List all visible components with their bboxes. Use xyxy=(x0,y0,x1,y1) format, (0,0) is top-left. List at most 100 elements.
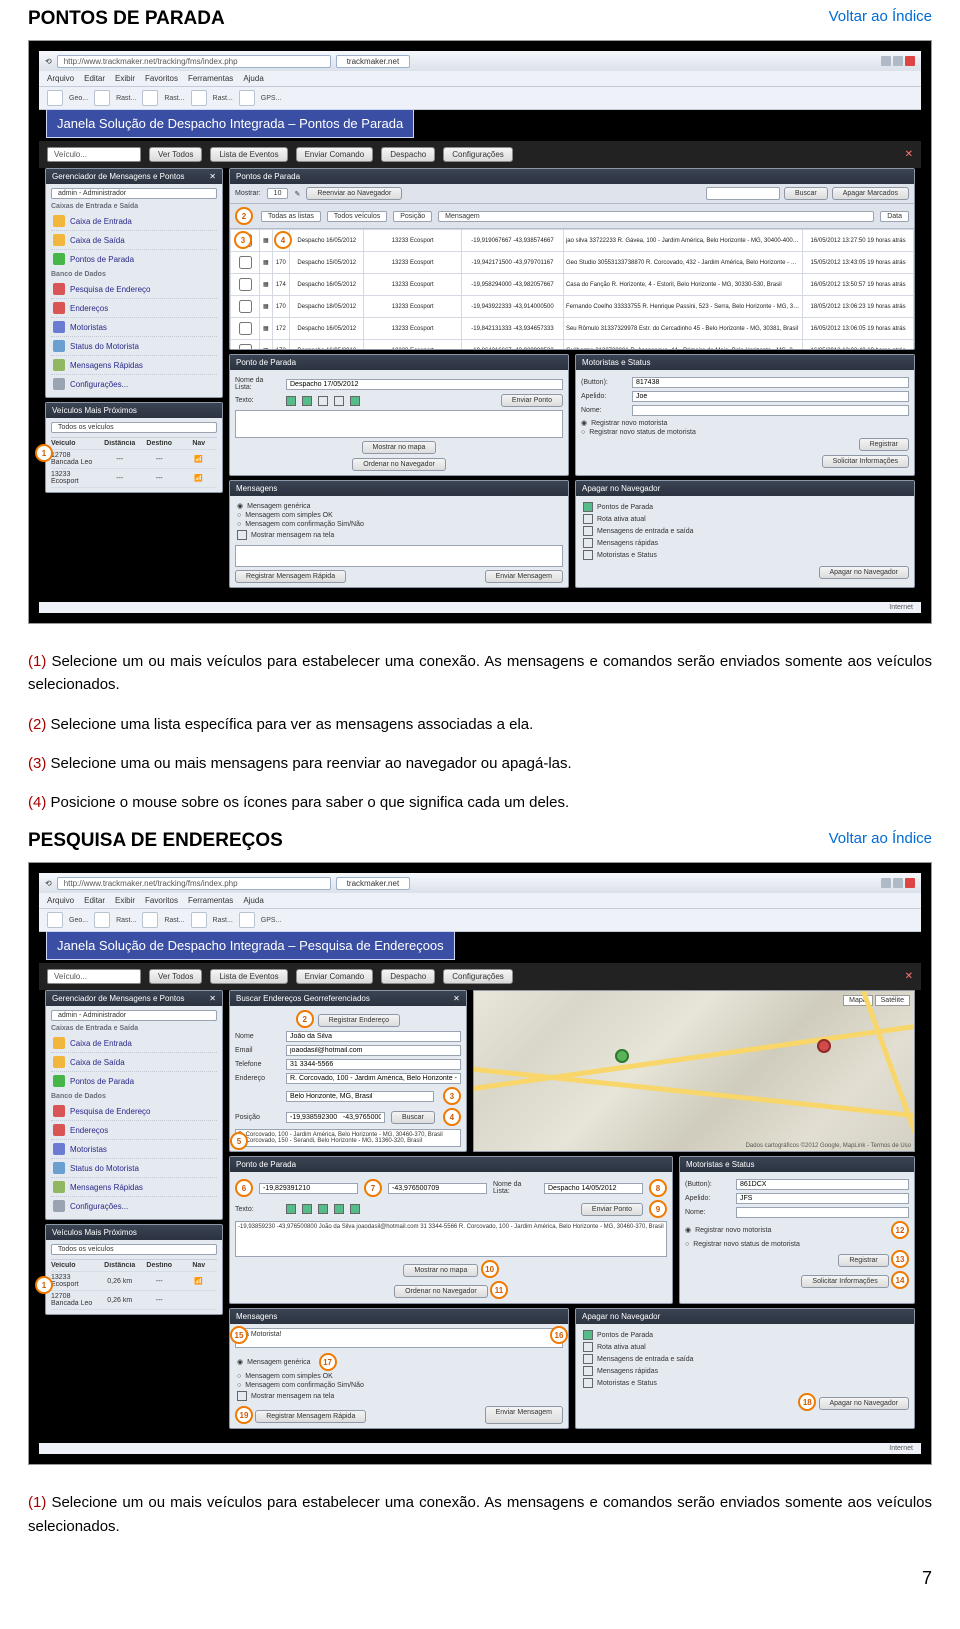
send-msg-button[interactable]: Enviar Mensagem xyxy=(485,570,563,583)
bookmark[interactable]: GPS... xyxy=(261,917,282,924)
menu-item[interactable]: Ajuda xyxy=(243,74,263,83)
show-map-button[interactable]: Mostrar no mapa xyxy=(403,1264,478,1277)
vehicle-dropdown[interactable]: Veículo... xyxy=(47,969,141,984)
check-label[interactable]: Rota ativa atual xyxy=(597,1344,646,1351)
check-label[interactable]: Pontos de Parada xyxy=(597,1332,653,1339)
delete-marked-button[interactable]: Apagar Marcados xyxy=(832,187,909,200)
name-input[interactable] xyxy=(632,405,909,416)
menu-item[interactable]: Exibir xyxy=(115,896,135,905)
sidebar-item[interactable]: Motoristas xyxy=(51,318,217,337)
checkbox[interactable] xyxy=(302,1204,312,1214)
sidebar-item[interactable]: Caixa de Entrada xyxy=(51,212,217,231)
filter-dropdown[interactable]: Todos os veículos xyxy=(51,1244,217,1255)
register-address-button[interactable]: Registrar Endereço xyxy=(318,1014,400,1027)
wipe-button[interactable]: Apagar no Navegador xyxy=(819,566,910,579)
order-nav-button[interactable]: Ordenar no Navegador xyxy=(394,1285,488,1298)
bookmark[interactable]: Rast... xyxy=(164,917,184,924)
bookmark[interactable]: Rast... xyxy=(116,917,136,924)
close-icon[interactable]: ✕ xyxy=(453,994,460,1003)
check-label[interactable]: Mostrar mensagem na tela xyxy=(251,532,334,539)
radio-label[interactable]: Registrar novo motorista xyxy=(591,420,667,427)
address-input[interactable] xyxy=(286,1073,461,1084)
vehicle-filter-dropdown[interactable]: Todos veículos xyxy=(327,211,387,222)
toolbar-button[interactable]: Lista de Eventos xyxy=(210,147,287,162)
menu-item[interactable]: Editar xyxy=(84,74,105,83)
radio-label[interactable]: Mensagem genérica xyxy=(247,503,310,510)
page-size-input[interactable]: 10 xyxy=(267,188,289,199)
list-name-input[interactable] xyxy=(286,379,563,390)
toolbar-button[interactable]: Ver Todos xyxy=(149,969,202,984)
register-quick-msg-button[interactable]: Registrar Mensagem Rápida xyxy=(235,570,346,583)
toolbar-button[interactable]: Lista de Eventos xyxy=(210,969,287,984)
name-input[interactable] xyxy=(736,1207,909,1218)
back-link-2[interactable]: Voltar ao Índice xyxy=(829,830,932,847)
bookmark-icon[interactable] xyxy=(191,90,207,106)
vehicle-row[interactable]: 13233 Ecosport0,26 km---📶 xyxy=(51,1272,217,1291)
radio-label[interactable]: Mensagem com confirmação Sim/Não xyxy=(245,1382,364,1389)
checkbox[interactable] xyxy=(583,1366,593,1376)
bookmark-icon[interactable] xyxy=(142,90,158,106)
checkbox[interactable] xyxy=(334,1204,344,1214)
request-info-button[interactable]: Solicitar Informações xyxy=(801,1275,888,1288)
menu-item[interactable]: Ferramentas xyxy=(188,896,233,905)
map-mode-switch[interactable]: Mapa Satélite xyxy=(843,995,910,1006)
sidebar-item[interactable]: Caixa de Saída xyxy=(51,231,217,250)
list-name-input[interactable] xyxy=(544,1183,643,1194)
checkbox[interactable] xyxy=(583,526,593,536)
menu-item[interactable]: Ferramentas xyxy=(188,74,233,83)
menu-item[interactable]: Ajuda xyxy=(243,896,263,905)
button-num-input[interactable] xyxy=(632,377,909,388)
bookmark-icon[interactable] xyxy=(142,912,158,928)
checkbox[interactable] xyxy=(334,396,344,406)
table-row[interactable]: ▦174Despacho 16/05/201213233 Ecosport-19… xyxy=(231,274,914,296)
register-button[interactable]: Registrar xyxy=(838,1254,888,1267)
check-label[interactable]: Mensagens de entrada e saída xyxy=(597,528,694,535)
bookmark-icon[interactable] xyxy=(94,912,110,928)
admin-dropdown[interactable]: admin - Administrador xyxy=(51,1010,217,1021)
bookmark[interactable]: Rast... xyxy=(213,917,233,924)
lat-input[interactable] xyxy=(259,1183,358,1194)
register-button[interactable]: Registrar xyxy=(859,438,909,451)
send-point-button[interactable]: Enviar Ponto xyxy=(581,1203,643,1216)
map-pin-green[interactable] xyxy=(615,1049,629,1063)
sidebar-item[interactable]: Configurações... xyxy=(51,375,217,393)
sidebar-item[interactable]: Status do Motorista xyxy=(51,337,217,356)
order-nav-button[interactable]: Ordenar no Navegador xyxy=(352,458,446,471)
list-filter-dropdown[interactable]: Todas as listas xyxy=(261,211,321,222)
sidebar-item[interactable]: Mensagens Rápidas xyxy=(51,356,217,375)
table-row[interactable]: ▦172Despacho 16/05/201213233 Ecosport-19… xyxy=(231,340,914,350)
bookmark[interactable]: Rast... xyxy=(116,95,136,102)
register-quick-msg-button[interactable]: Registrar Mensagem Rápida xyxy=(255,1410,366,1423)
close-icon[interactable]: ✕ xyxy=(905,149,913,160)
bookmark-icon[interactable] xyxy=(94,90,110,106)
browser-tab[interactable]: trackmaker.net xyxy=(336,55,410,68)
table-row[interactable]: ▦170Despacho 15/05/201213233 Ecosport-19… xyxy=(231,252,914,274)
check-label[interactable]: Rota ativa atual xyxy=(597,516,646,523)
button-num-input[interactable] xyxy=(736,1179,909,1190)
phone-input[interactable] xyxy=(286,1059,461,1070)
checkbox[interactable] xyxy=(583,1378,593,1388)
checkbox[interactable] xyxy=(237,1391,247,1401)
results-list[interactable]: 5 R. Corcovado, 100 - Jardim América, Be… xyxy=(235,1129,461,1147)
checkbox[interactable] xyxy=(318,1204,328,1214)
sidebar-item[interactable]: Pontos de Parada xyxy=(51,1072,217,1090)
sidebar-item[interactable]: Pesquisa de Endereço xyxy=(51,280,217,299)
send-msg-button[interactable]: Enviar Mensagem xyxy=(485,1406,563,1424)
checkbox[interactable] xyxy=(583,1330,593,1340)
table-row[interactable]: ▦172Despacho 16/05/201213233 Ecosport-19… xyxy=(231,318,914,340)
lon-input[interactable] xyxy=(388,1183,487,1194)
search-button[interactable]: Buscar xyxy=(784,187,828,200)
data-table[interactable]: ▦171Despacho 16/05/201213233 Ecosport-19… xyxy=(230,229,914,349)
toolbar-button[interactable]: Configurações xyxy=(443,969,513,984)
send-point-button[interactable]: Enviar Ponto xyxy=(501,394,563,407)
nickname-input[interactable] xyxy=(736,1193,909,1204)
textarea[interactable]: Olá Motorista! 15 16 xyxy=(235,1328,563,1348)
vehicle-row[interactable]: 12708 Bancada Leo------📶 xyxy=(51,450,217,469)
sidebar-item[interactable]: Mensagens Rápidas xyxy=(51,1178,217,1197)
close-icon[interactable]: ✕ xyxy=(905,971,913,982)
close-icon[interactable]: ✕ xyxy=(209,172,216,181)
toolbar-button[interactable]: Enviar Comando xyxy=(296,969,374,984)
checkbox[interactable] xyxy=(583,1342,593,1352)
back-link-1[interactable]: Voltar ao Índice xyxy=(829,8,932,25)
check-label[interactable]: Mensagens rápidas xyxy=(597,1368,658,1375)
